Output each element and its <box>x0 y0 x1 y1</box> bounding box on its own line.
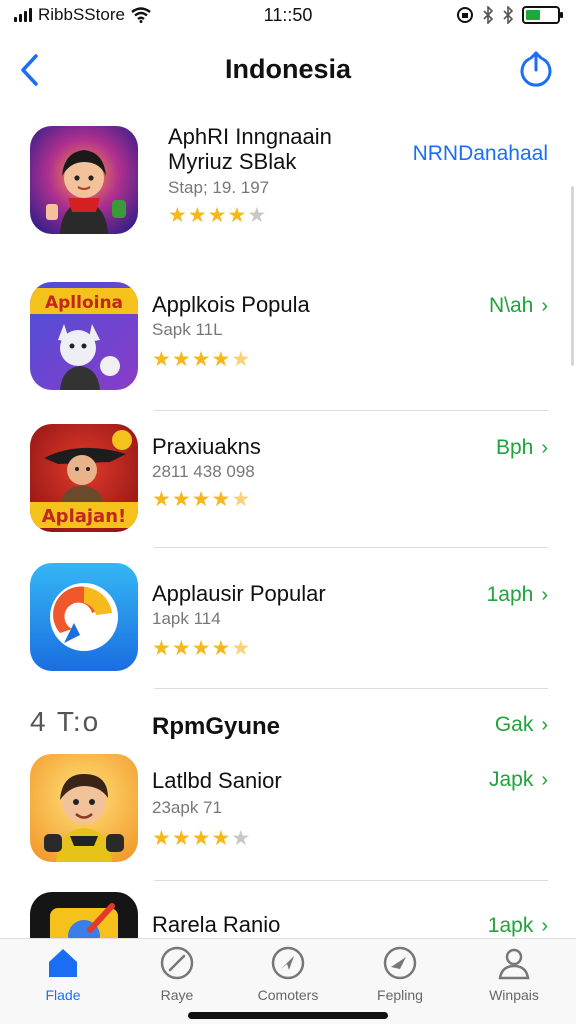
carrier-label: RibbSStore <box>38 5 125 24</box>
wifi-icon <box>131 7 151 23</box>
app-name-line2: Myriuz SBlak <box>168 149 297 174</box>
tab-label: Raye <box>160 987 194 1003</box>
tab-home[interactable]: Flade <box>13 945 113 1009</box>
section-get-label: Gak <box>494 713 534 736</box>
list-item[interactable]: Applausir Popular 1apk 114 ★ ★ ★ ★ ★ 1aph › <box>0 547 576 689</box>
app-name: Latlbd Sanior <box>152 768 282 793</box>
tab-gauge[interactable]: Fepling <box>350 945 450 1009</box>
home-icon <box>49 949 77 977</box>
app-name: Praxiuakns <box>152 434 261 459</box>
app-subtitle: 1apk 114 <box>152 609 221 628</box>
app-name: Applkois Popula <box>152 292 310 317</box>
tab-navigation[interactable]: Comoters <box>238 945 338 1009</box>
chevron-right-icon: › <box>541 714 548 736</box>
navigation-icon <box>271 946 305 980</box>
rating-stars: ★ ★ ★ ★ ★ <box>152 488 251 511</box>
divider <box>154 880 548 881</box>
home-indicator[interactable] <box>188 1012 388 1019</box>
get-button-label: N\ah <box>488 294 534 317</box>
app-name-line1: AphRI Inngnaain <box>168 124 332 149</box>
get-button[interactable]: N\ah › <box>489 294 548 318</box>
rating-stars: ★ ★ ★ ★ ★ <box>168 204 267 227</box>
status-time: 11::50 <box>263 4 313 25</box>
tab-label: Comoters <box>257 987 319 1003</box>
get-button-label: Bph <box>495 436 534 459</box>
tab-label: Flade <box>45 987 81 1003</box>
section-get-button[interactable]: Gak › <box>495 713 548 737</box>
status-right <box>456 6 563 24</box>
list-item[interactable]: Aplajan! Praxiuakns 2811 438 098 ★ ★ ★ ★ ★ B… <box>0 410 576 550</box>
app-subtitle: Sapk 11L <box>152 320 223 339</box>
get-button[interactable]: NRNDanahaal <box>413 142 548 166</box>
app-subtitle: 23apk 71 <box>152 798 222 817</box>
list-item[interactable]: Latlbd Sanior 23apk 71 ★ ★ ★ ★ ★ Japk › <box>0 744 576 884</box>
icon-lettering: Aplloina <box>45 293 123 313</box>
get-button[interactable]: 1apk › <box>488 914 548 938</box>
cat-cartoon-app-icon[interactable]: Aplloina <box>30 282 138 390</box>
chevron-right-icon: › <box>541 915 548 937</box>
superhero-girl-app-icon[interactable] <box>30 126 138 234</box>
status-left: RibbSStore <box>14 5 151 25</box>
section-title: RpmGyune <box>152 713 281 740</box>
tab-label: Winpais <box>489 987 539 1003</box>
get-button-label: 1aph <box>486 583 534 606</box>
chevron-right-icon: › <box>541 584 548 606</box>
tab-profile[interactable]: Winpais <box>464 945 564 1009</box>
get-button-label: 1apk <box>487 914 534 937</box>
get-button-label: Japk <box>488 768 534 791</box>
list-item[interactable]: Aplloina Applkois Popula Sapk 11L ★ ★ ★ ★ ★ … <box>0 270 576 411</box>
navigation-bar: Indonesia <box>0 40 576 100</box>
list-item[interactable]: AphRI Inngnaain Myriuz SBlak Stap; 19. 1… <box>0 110 576 250</box>
app-name: Applausir Popular <box>152 581 326 606</box>
get-button[interactable]: 1aph › <box>487 583 548 607</box>
refresh-icon[interactable] <box>516 50 556 90</box>
swirl-logo-app-icon[interactable] <box>30 563 138 671</box>
boy-cartoon-app-icon[interactable] <box>30 754 138 862</box>
rating-stars: ★ ★ ★ ★ ★ <box>152 637 251 660</box>
tab-compass[interactable]: Raye <box>127 945 227 1009</box>
battery-icon <box>522 6 563 24</box>
tab-label: Fepling <box>377 987 423 1003</box>
gauge-icon <box>383 946 417 980</box>
icon-lettering: Aplajan! <box>42 506 126 527</box>
app-name: Rarela Ranio <box>152 912 281 937</box>
compass-icon <box>160 946 194 980</box>
chevron-right-icon: › <box>541 295 548 317</box>
chevron-right-icon: › <box>541 437 548 459</box>
get-button[interactable]: Japk › <box>489 768 548 792</box>
orientation-lock-icon <box>457 7 473 23</box>
bluetooth-icon <box>483 6 494 24</box>
rating-stars: ★ ★ ★ ★ ★ <box>152 827 251 850</box>
signal-icon <box>14 8 32 22</box>
page-title: Indonesia <box>224 54 352 84</box>
chevron-right-icon: › <box>541 769 548 791</box>
person-icon <box>498 948 530 980</box>
divider <box>154 688 548 689</box>
app-subtitle: Stap; 19. 197 <box>168 178 270 197</box>
bluetooth-alt-icon <box>503 6 514 24</box>
status-bar: RibbSStore 11::50 <box>0 0 576 30</box>
section-number: 4 T:o <box>30 706 101 737</box>
app-subtitle: 2811 438 098 <box>152 462 255 481</box>
rating-stars: ★ ★ ★ ★ ★ <box>152 348 251 371</box>
get-button[interactable]: Bph › <box>496 436 548 460</box>
cowboy-cartoon-app-icon[interactable]: Aplajan! <box>30 424 138 532</box>
